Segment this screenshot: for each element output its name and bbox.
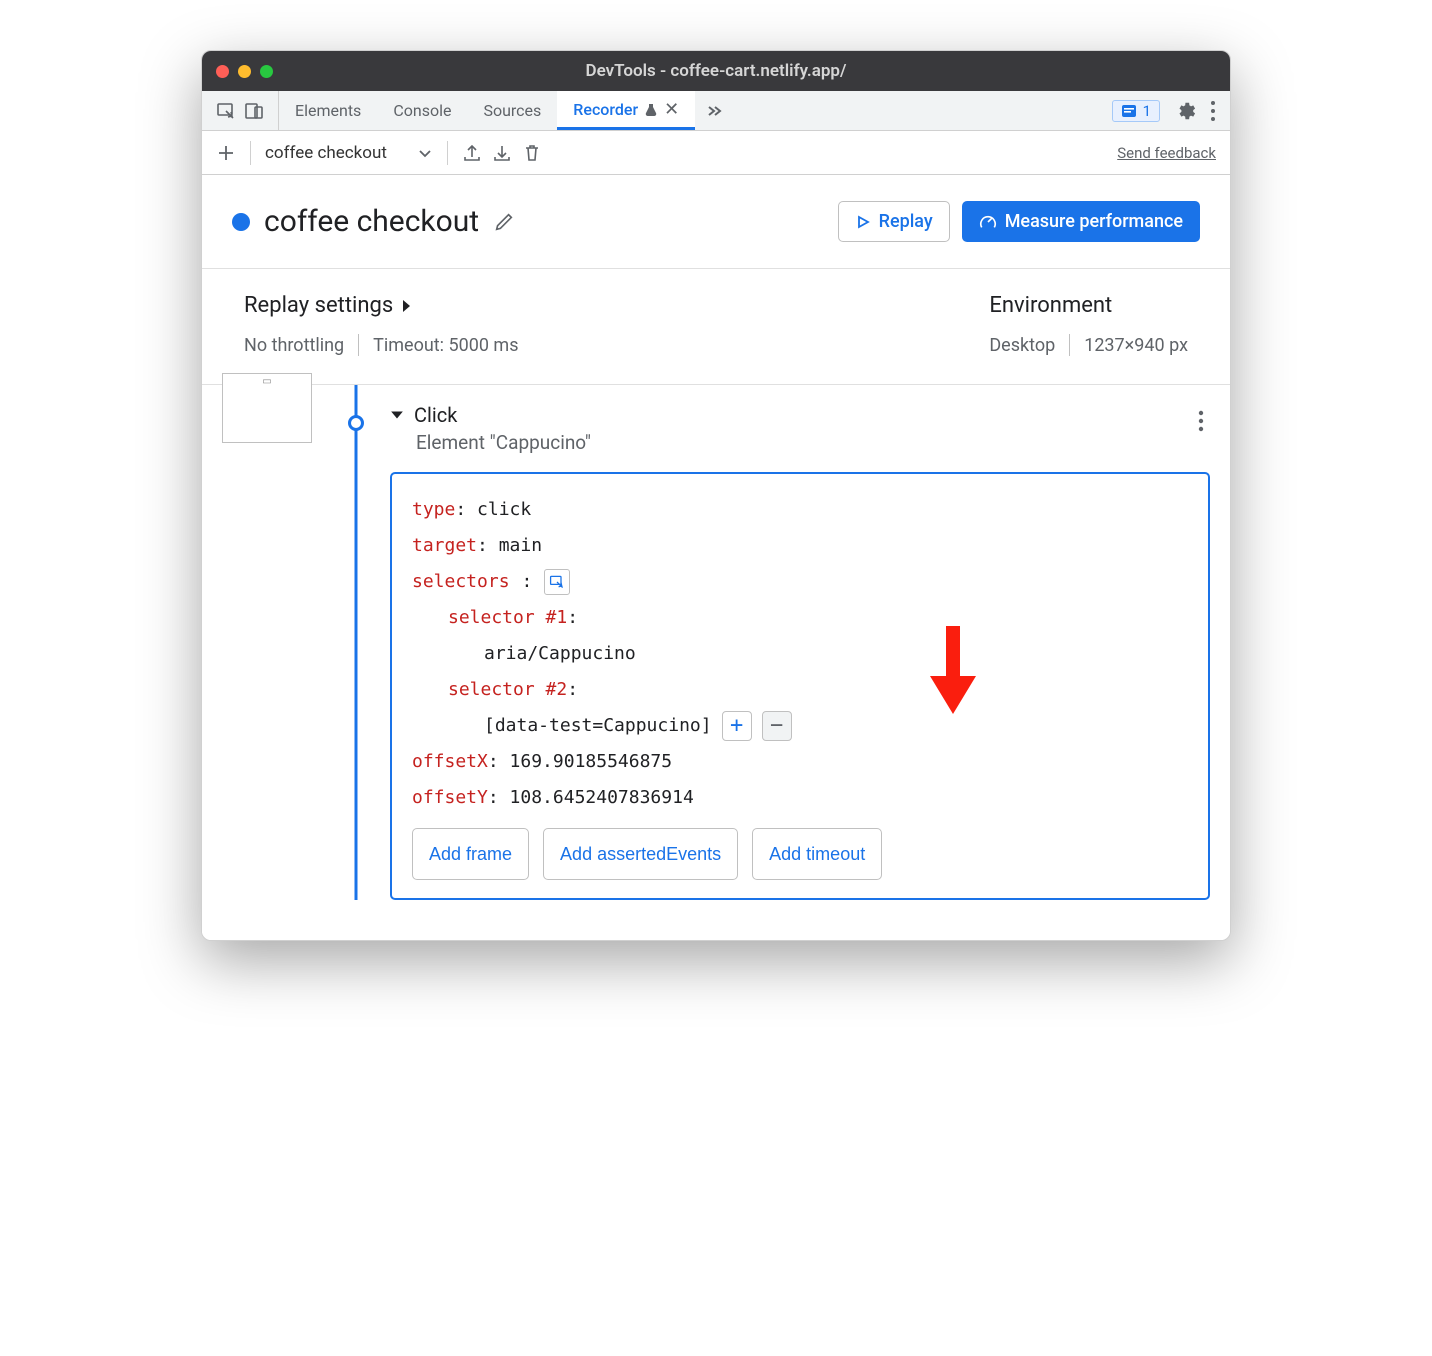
step-detail: type: click target: main selectors: sele… bbox=[390, 472, 1210, 900]
zoom-window-button[interactable] bbox=[260, 65, 273, 78]
send-feedback-link[interactable]: Send feedback bbox=[1117, 144, 1216, 162]
titlebar: DevTools - coffee-cart.netlify.app/ bbox=[202, 51, 1230, 91]
add-timeout-button[interactable]: Add timeout bbox=[752, 828, 882, 880]
settings-block: Replay settings No throttling Timeout: 5… bbox=[202, 269, 1230, 385]
offsety-key: offsetY bbox=[412, 787, 488, 808]
step-menu-icon[interactable] bbox=[1198, 407, 1204, 432]
environment-label: Environment bbox=[989, 293, 1112, 318]
environment-values: Desktop 1237×940 px bbox=[989, 334, 1188, 356]
selector2-val[interactable]: [data-test=Cappucino] bbox=[484, 708, 712, 744]
recorder-toolbar: coffee checkout Send feedback bbox=[202, 131, 1230, 175]
steps-area: ▭ Click Element "Cappucino" type: click bbox=[202, 385, 1230, 940]
window-title: DevTools - coffee-cart.netlify.app/ bbox=[586, 61, 847, 81]
environment-title: Environment bbox=[989, 293, 1188, 318]
flask-icon bbox=[644, 100, 658, 119]
chevron-right-icon bbox=[401, 299, 413, 313]
timeline bbox=[322, 385, 390, 900]
delete-icon[interactable] bbox=[522, 142, 542, 163]
recording-selector[interactable]: coffee checkout bbox=[265, 143, 433, 163]
viewport-value: 1237×940 px bbox=[1084, 335, 1188, 356]
replay-settings-values: No throttling Timeout: 5000 ms bbox=[244, 334, 989, 356]
type-val: click bbox=[477, 499, 531, 520]
selector2-key: selector #2 bbox=[448, 679, 567, 700]
element-picker-icon[interactable] bbox=[544, 569, 570, 595]
close-window-button[interactable] bbox=[216, 65, 229, 78]
inspect-icon[interactable] bbox=[216, 101, 236, 121]
device-value: Desktop bbox=[989, 335, 1055, 356]
step-thumbnail: ▭ bbox=[222, 373, 312, 443]
replay-button[interactable]: Replay bbox=[838, 201, 950, 242]
measure-performance-button[interactable]: Measure performance bbox=[962, 201, 1200, 242]
close-tab-icon[interactable]: ✕ bbox=[664, 99, 679, 120]
leading-tools bbox=[202, 91, 279, 130]
add-asserted-events-button[interactable]: Add assertedEvents bbox=[543, 828, 738, 880]
chevron-down-icon bbox=[390, 408, 404, 422]
step-subtitle: Element "Cappucino" bbox=[416, 431, 1210, 454]
devtools-window: DevTools - coffee-cart.netlify.app/ Elem… bbox=[201, 50, 1231, 941]
tabs-overflow[interactable] bbox=[695, 91, 733, 130]
offsetx-key: offsetX bbox=[412, 751, 488, 772]
export-icon[interactable] bbox=[462, 142, 482, 163]
timeline-node bbox=[348, 415, 364, 431]
replay-label: Replay bbox=[879, 211, 933, 232]
minimize-window-button[interactable] bbox=[238, 65, 251, 78]
target-val: main bbox=[499, 535, 542, 556]
issues-count: 1 bbox=[1143, 102, 1151, 120]
timeout-value: Timeout: 5000 ms bbox=[373, 335, 518, 356]
recording-status-dot bbox=[232, 213, 250, 231]
remove-selector-button[interactable]: − bbox=[762, 711, 792, 741]
new-recording-icon[interactable] bbox=[216, 142, 236, 163]
selector1-key: selector #1 bbox=[448, 607, 567, 628]
offsety-val: 108.6452407836914 bbox=[510, 787, 694, 808]
target-key: target bbox=[412, 535, 477, 556]
window-controls bbox=[216, 65, 273, 78]
recording-name: coffee checkout bbox=[265, 143, 387, 163]
recording-title: coffee checkout bbox=[264, 204, 479, 239]
issues-badge[interactable]: 1 bbox=[1112, 100, 1160, 122]
recording-header: coffee checkout Replay Measure performan… bbox=[202, 175, 1230, 269]
import-icon[interactable] bbox=[492, 142, 512, 163]
selector1-val[interactable]: aria/Cappucino bbox=[484, 643, 636, 664]
replay-settings-toggle[interactable]: Replay settings bbox=[244, 293, 989, 318]
offsetx-val: 169.90185546875 bbox=[510, 751, 673, 772]
edit-title-icon[interactable] bbox=[493, 211, 515, 233]
tab-recorder[interactable]: Recorder ✕ bbox=[557, 91, 695, 130]
step-header[interactable]: Click bbox=[390, 403, 1210, 427]
device-toggle-icon[interactable] bbox=[244, 101, 264, 121]
add-frame-button[interactable]: Add frame bbox=[412, 828, 529, 880]
chevron-down-icon bbox=[417, 143, 433, 163]
kebab-icon[interactable] bbox=[1210, 100, 1216, 122]
measure-label: Measure performance bbox=[1005, 211, 1183, 232]
throttle-value: No throttling bbox=[244, 335, 344, 356]
panel-tabs: Elements Console Sources Recorder ✕ 1 bbox=[202, 91, 1230, 131]
type-key: type bbox=[412, 499, 455, 520]
add-selector-button[interactable]: + bbox=[722, 711, 752, 741]
step-name: Click bbox=[414, 403, 457, 427]
tab-sources[interactable]: Sources bbox=[467, 91, 557, 130]
tab-elements[interactable]: Elements bbox=[279, 91, 377, 130]
tab-console[interactable]: Console bbox=[377, 91, 467, 130]
selectors-key: selectors bbox=[412, 564, 510, 600]
tab-recorder-label: Recorder bbox=[573, 100, 638, 119]
replay-settings-label: Replay settings bbox=[244, 293, 393, 318]
gear-icon[interactable] bbox=[1174, 100, 1196, 122]
